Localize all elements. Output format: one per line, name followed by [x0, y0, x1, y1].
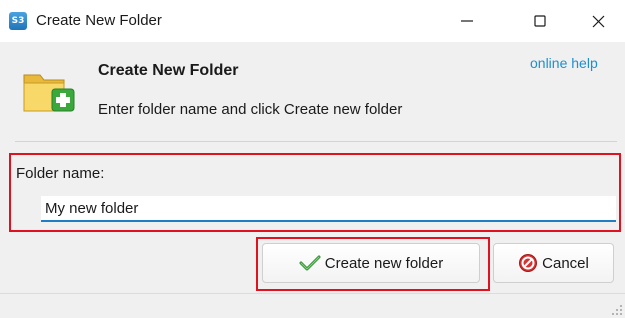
cancel-button-label: Cancel: [542, 254, 589, 272]
create-button-label: Create new folder: [324, 254, 444, 272]
checkmark-icon: [299, 255, 321, 271]
header-separator: [15, 141, 617, 142]
folder-add-icon: [23, 74, 75, 112]
window-title: Create New Folder: [36, 12, 162, 29]
status-bar: [0, 293, 625, 318]
resize-grip-icon[interactable]: [611, 304, 623, 316]
online-help-link[interactable]: online help: [530, 55, 598, 71]
maximize-button[interactable]: [510, 0, 570, 42]
folder-name-input[interactable]: [41, 196, 616, 222]
folder-name-label: Folder name:: [16, 165, 105, 182]
minimize-button[interactable]: [445, 0, 505, 42]
dialog-heading: Create New Folder: [98, 62, 239, 79]
maximize-icon: [534, 15, 546, 27]
no-entry-icon: [519, 254, 538, 272]
cancel-button[interactable]: Cancel: [493, 243, 614, 283]
close-icon: [592, 15, 605, 28]
close-button[interactable]: [567, 0, 625, 42]
app-icon: S3: [9, 12, 27, 30]
dialog-instructions: Enter folder name and click Create new f…: [98, 101, 403, 118]
create-new-folder-button[interactable]: Create new folder: [262, 243, 480, 283]
minimize-icon: [461, 20, 473, 22]
title-bar: S3 Create New Folder: [0, 0, 625, 42]
